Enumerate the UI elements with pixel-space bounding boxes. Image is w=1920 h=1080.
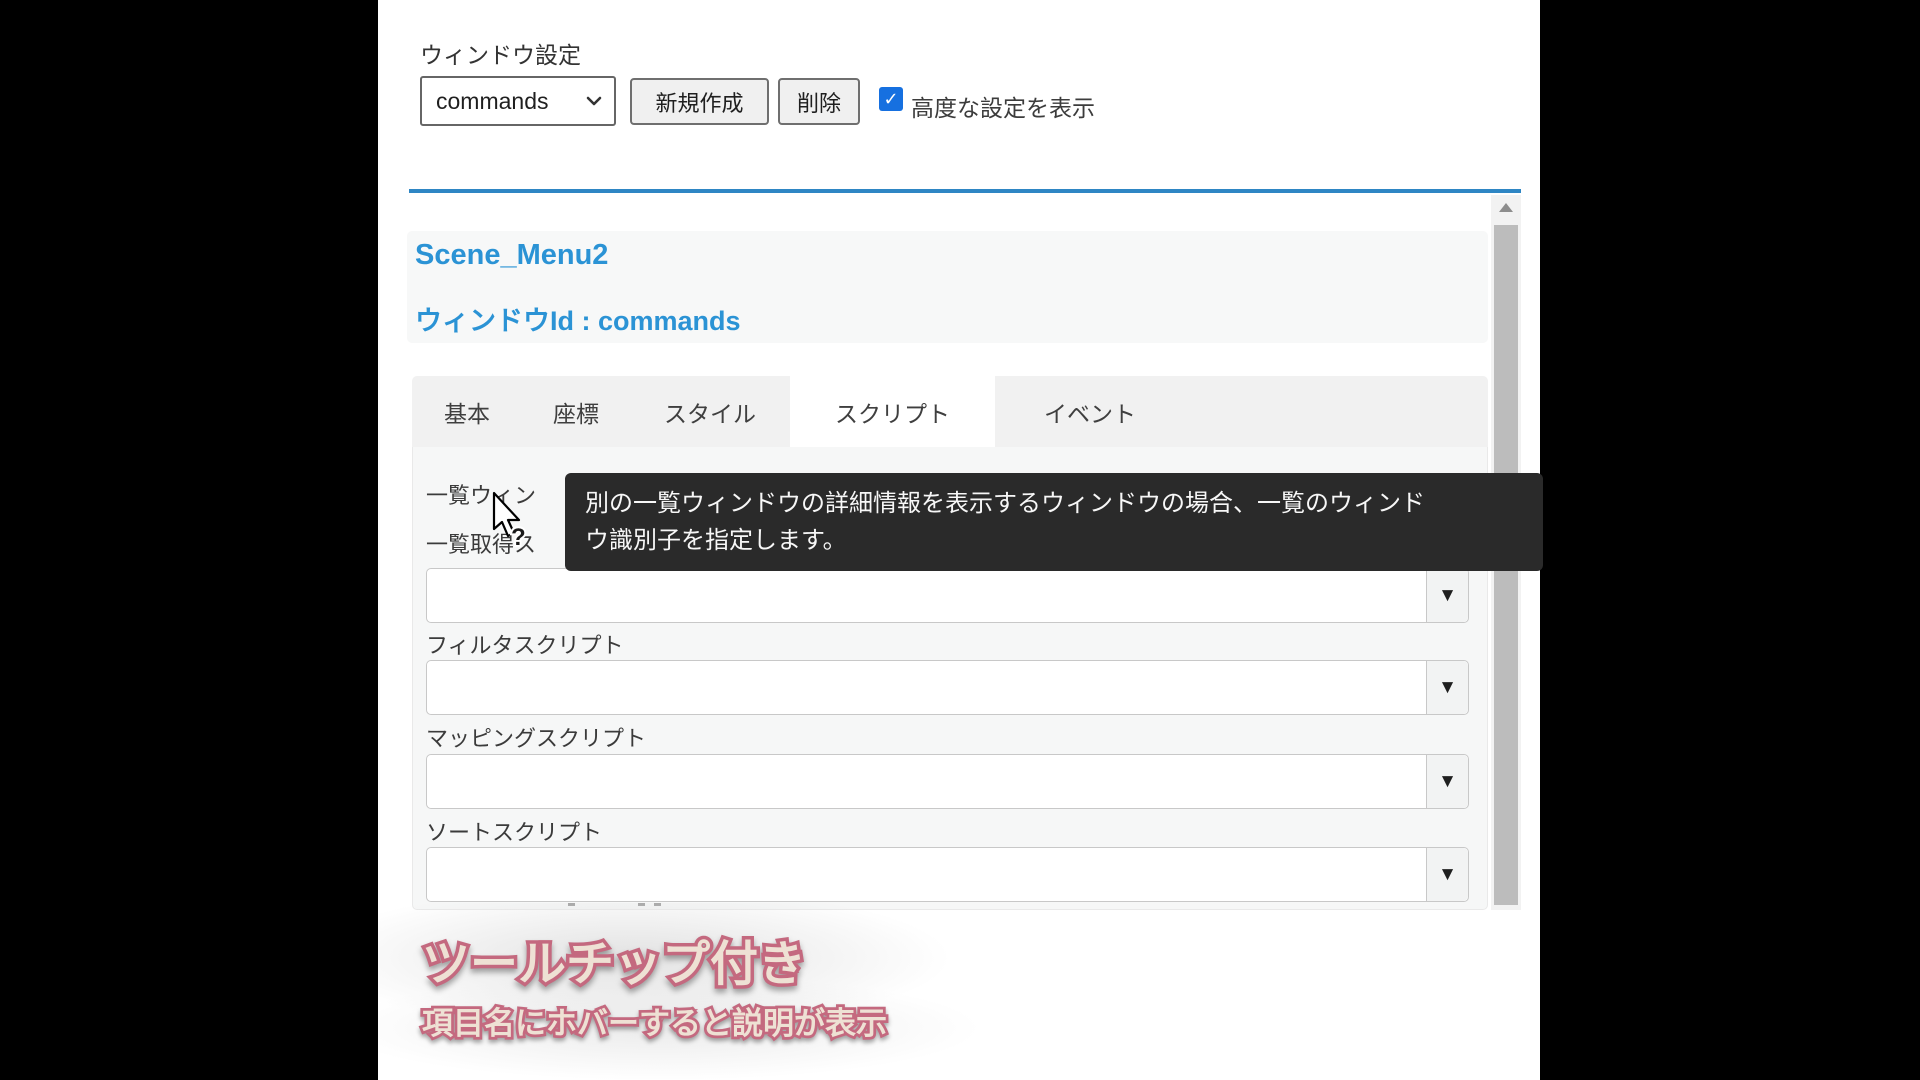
mapping-script-combobox[interactable]: ▼	[426, 754, 1469, 809]
tab-basic[interactable]: 基本	[412, 376, 522, 447]
combobox-input[interactable]	[427, 661, 1426, 714]
dropdown-arrow-icon: ▼	[1438, 771, 1457, 793]
section-divider	[409, 189, 1521, 193]
field-label-mapping-script: マッピングスクリプト	[426, 721, 646, 753]
dropdown-arrow-icon: ▼	[1438, 585, 1457, 607]
tooltip-line-2: ウ識別子を指定します。	[585, 522, 1523, 559]
window-select-value: commands	[436, 88, 548, 115]
combobox-input[interactable]	[427, 569, 1426, 622]
advanced-settings-checkbox[interactable]: ✓	[879, 87, 903, 111]
filter-script-combobox[interactable]: ▼	[426, 660, 1469, 715]
screenshot-stage: ウィンドウ設定 commands 新規作成 削除 ✓ 高度な設定を表示 Scen…	[0, 0, 1920, 1080]
combobox-input[interactable]	[427, 848, 1426, 901]
caption-title-art: ツールチップ付き	[408, 922, 968, 1002]
dropdown-button[interactable]: ▼	[1426, 661, 1468, 714]
caption-subtitle-art: 項目名にホバーすると説明が表示	[408, 992, 1028, 1052]
svg-text:項目名にホバーすると説明が表示: 項目名にホバーすると説明が表示	[422, 1006, 887, 1041]
window-header-panel: Scene_Menu2 ウィンドウId : commands	[407, 231, 1488, 343]
list-fetch-script-combobox[interactable]: ▼	[426, 568, 1469, 623]
chevron-down-icon	[586, 96, 602, 106]
dropdown-button[interactable]: ▼	[1426, 569, 1468, 622]
tooltip-line-1: 別の一覧ウィンドウの詳細情報を表示するウィンドウの場合、一覧のウィンド	[585, 485, 1523, 522]
field-label-sort-script: ソートスクリプト	[426, 815, 602, 847]
field-help-tooltip: 別の一覧ウィンドウの詳細情報を表示するウィンドウの場合、一覧のウィンド ウ識別子…	[565, 473, 1543, 571]
dropdown-arrow-icon: ▼	[1438, 864, 1457, 886]
delete-button[interactable]: 削除	[778, 78, 860, 125]
dropdown-button[interactable]: ▼	[1426, 755, 1468, 808]
dropdown-arrow-icon: ▼	[1438, 677, 1457, 699]
svg-text:?: ?	[511, 524, 526, 551]
help-cursor-icon: ?	[487, 491, 535, 551]
scrollbar-up-icon[interactable]	[1499, 203, 1513, 212]
field-label-filter-script: フィルタスクリプト	[426, 628, 624, 660]
window-id-heading: ウィンドウId : commands	[415, 299, 741, 338]
svg-text:ツールチップ付き: ツールチップ付き	[422, 938, 806, 991]
advanced-settings-label[interactable]: 高度な設定を表示	[911, 89, 1095, 123]
window-settings-title: ウィンドウ設定	[420, 36, 581, 70]
tab-script[interactable]: スクリプト	[790, 376, 995, 447]
tab-coordinates[interactable]: 座標	[522, 376, 630, 447]
editor-tabs: 基本 座標 スタイル スクリプト イベント	[412, 376, 1488, 447]
tab-event[interactable]: イベント	[995, 376, 1185, 447]
combobox-input[interactable]	[427, 755, 1426, 808]
window-select[interactable]: commands	[420, 76, 616, 126]
sort-script-combobox[interactable]: ▼	[426, 847, 1469, 902]
tab-style[interactable]: スタイル	[630, 376, 790, 447]
scene-title: Scene_Menu2	[415, 239, 608, 272]
dropdown-button[interactable]: ▼	[1426, 848, 1468, 901]
create-button[interactable]: 新規作成	[630, 78, 769, 125]
